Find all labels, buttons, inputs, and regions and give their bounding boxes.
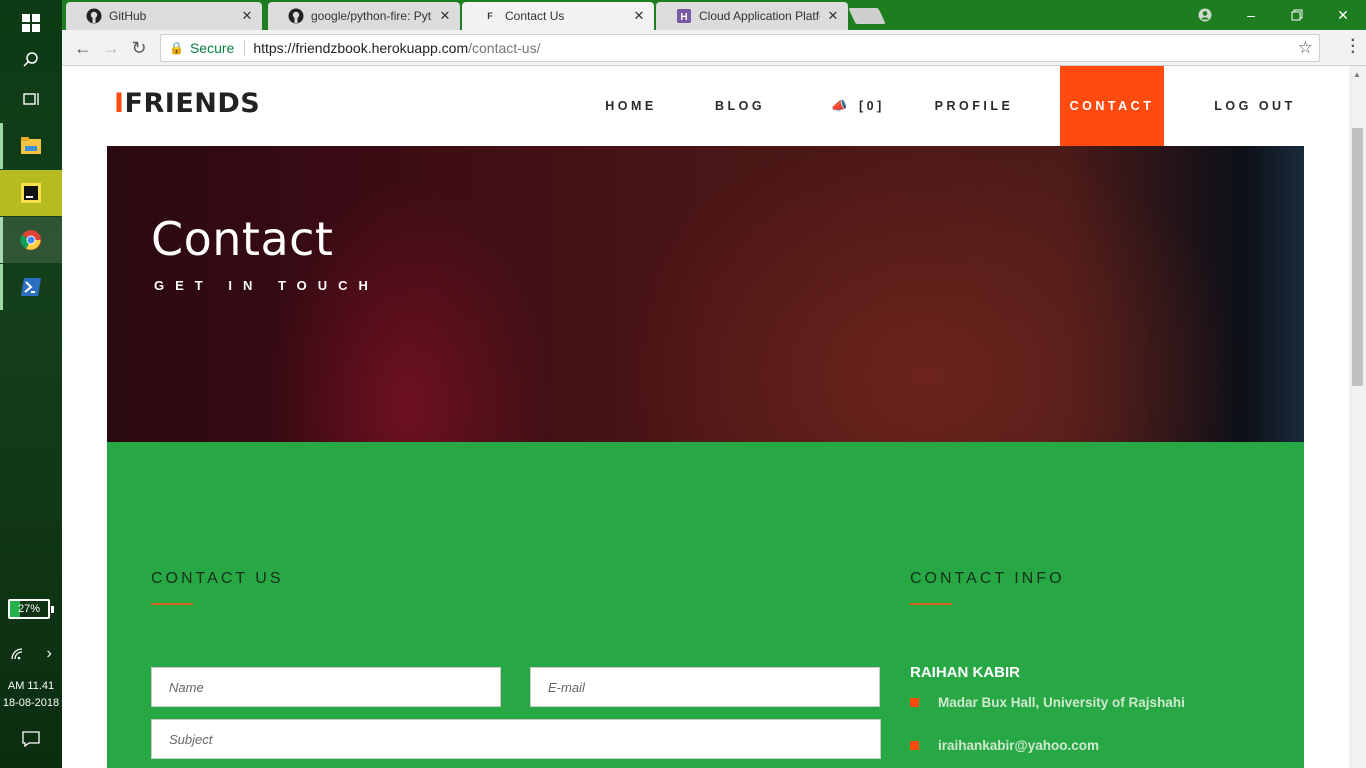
email-input[interactable] [530,667,880,707]
tab-github[interactable]: GitHub ✕ [66,2,262,30]
logo-text: FRIENDS [124,88,261,119]
name-input[interactable] [151,667,501,707]
close-icon[interactable]: ✕ [438,8,452,24]
nav-contact[interactable]: CONTACT [1060,66,1164,146]
task-view-icon [23,93,39,105]
close-icon[interactable]: ✕ [632,8,646,24]
tab-title: google/python-fire: Pyth [311,9,432,23]
scroll-up-arrow-icon[interactable]: ▲ [1353,70,1361,79]
reload-icon: ↻ [131,37,147,58]
nav-home[interactable]: HOME [586,66,676,146]
task-view-button[interactable] [0,76,62,122]
powershell-icon [21,278,41,296]
megaphone-icon: 📣 [831,98,851,113]
heading-underline [151,603,193,605]
pycharm-button[interactable] [0,170,62,216]
bullet-icon [910,698,919,707]
folder-icon [21,137,41,154]
heroku-icon: H [676,8,692,24]
address-bar[interactable]: 🔒 Secure https://friendzbook.herokuapp.c… [160,34,1320,62]
heading-underline [910,603,952,605]
tab-python-fire[interactable]: google/python-fire: Pyth ✕ [268,2,460,30]
web-page: IFRIENDS HOME BLOG 📣 [0] PROFILE CONTACT… [62,66,1349,768]
contact-info-heading: CONTACT INFO [910,570,1065,587]
chrome-icon [20,230,41,250]
chevron-right-icon[interactable]: › [46,645,51,663]
contact-address-row: Madar Bux Hall, University of Rajshahi [910,695,1185,710]
file-explorer-button[interactable] [0,123,62,169]
contact-email[interactable]: iraihankabir@yahoo.com [938,738,1099,753]
menu-button[interactable]: · · · [1351,33,1356,61]
secure-label[interactable]: Secure [190,40,234,56]
pycharm-icon [21,183,41,203]
url-path[interactable]: /contact-us/ [468,40,540,56]
forward-button[interactable]: → [100,37,122,59]
close-icon: ✕ [1337,6,1349,23]
user-icon [1198,8,1212,22]
kebab-menu-icon: · · · [1350,32,1356,61]
contact-us-heading: CONTACT US [151,570,284,587]
minimize-icon: – [1247,7,1255,23]
bullet-icon [910,741,919,750]
browser-toolbar: ← → ↻ 🔒 Secure https://friendzbook.herok… [62,30,1366,66]
tab-cloud-platform[interactable]: H Cloud Application Platfor ✕ [656,2,848,30]
url-host[interactable]: https://friendzbook.herokuapp.com [253,40,468,56]
contact-section: CONTACT US CONTACT INFO RAIHAN KABIR Mad… [107,442,1304,768]
notification-icon [22,731,40,747]
powershell-button[interactable] [0,264,62,310]
system-tray: › [0,632,62,676]
windows-logo-icon [22,14,40,32]
github-icon [86,8,102,24]
nav-notifications[interactable]: 📣 [0] [818,66,898,146]
notification-count: [0] [858,99,885,113]
windows-taskbar: 27% › AM 11.41 18-08-2018 [0,0,62,768]
restore-button[interactable] [1274,0,1320,30]
arrow-left-icon: ← [74,37,92,58]
logo-mark: I [114,88,125,119]
clock-date[interactable]: 18-08-2018 [0,695,62,712]
contact-name: RAIHAN KABIR [910,664,1020,681]
scrollbar-thumb[interactable] [1352,128,1363,386]
site-logo[interactable]: IFRIENDS [114,88,260,119]
minimize-button[interactable]: – [1228,0,1274,30]
contact-email-row: iraihankabir@yahoo.com [910,738,1099,753]
close-icon[interactable]: ✕ [826,8,840,24]
github-icon [288,8,304,24]
lock-icon[interactable]: 🔒 [169,41,184,55]
battery-indicator[interactable]: 27% [8,599,54,619]
page-subtitle: GET IN TOUCH [154,278,379,293]
browser-tab-strip: GitHub ✕ google/python-fire: Pyth ✕ F Co… [62,0,1366,30]
profile-button[interactable] [1182,0,1228,30]
close-icon[interactable]: ✕ [240,8,254,24]
battery-percent: 27% [17,603,41,615]
hero-banner: Contact GET IN TOUCH [107,146,1304,442]
friends-icon: F [487,11,493,21]
back-button[interactable]: ← [72,37,94,59]
tab-title: Cloud Application Platfor [699,9,820,23]
bookmark-star-icon[interactable]: ☆ [1298,38,1313,58]
contact-address: Madar Bux Hall, University of Rajshahi [938,695,1185,710]
page-title: Contact [151,212,334,266]
new-tab-button[interactable] [848,8,886,24]
arrow-right-icon: → [102,37,120,58]
divider [244,40,246,56]
page-scrollbar[interactable]: ▲ [1349,66,1366,768]
chrome-button[interactable] [0,217,62,263]
search-icon [23,52,38,67]
nav-blog[interactable]: BLOG [700,66,780,146]
close-window-button[interactable]: ✕ [1320,0,1366,30]
reload-button[interactable]: ↻ [128,37,150,59]
action-center-button[interactable] [0,716,62,762]
wifi-icon[interactable] [10,647,26,661]
tab-contact-us[interactable]: F Contact Us ✕ [462,2,654,30]
tab-title: Contact Us [505,9,565,23]
nav-profile[interactable]: PROFILE [926,66,1022,146]
svg-text:H: H [680,12,687,23]
tab-title: GitHub [109,9,147,23]
subject-input[interactable] [151,719,881,759]
restore-icon [1291,9,1303,21]
nav-logout[interactable]: LOG OUT [1202,66,1308,146]
clock-time[interactable]: AM 11.41 [0,678,62,695]
